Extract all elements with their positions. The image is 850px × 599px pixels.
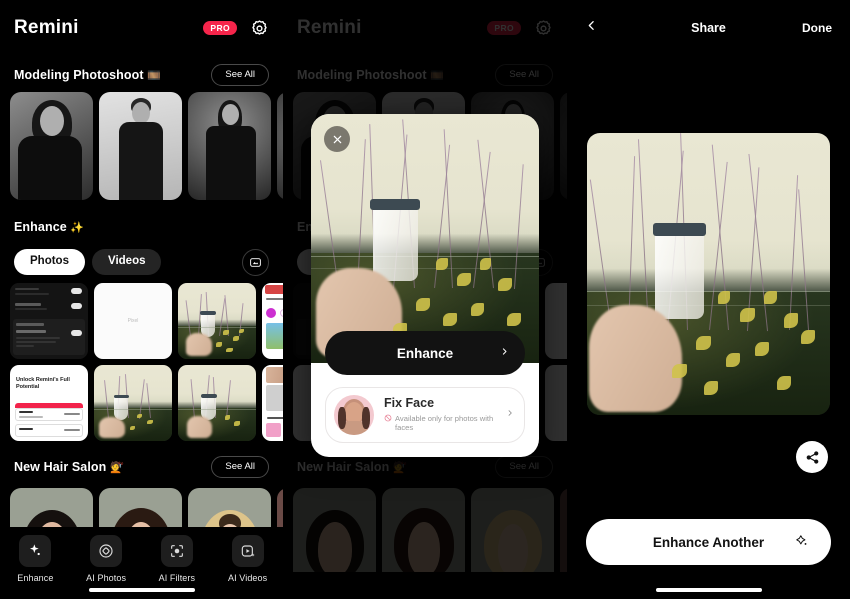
photo-grid-row: Unlock Remini's Full Potential: [10, 365, 283, 441]
chevron-left-icon[interactable]: [585, 17, 598, 39]
sparkle-icon: [19, 535, 52, 567]
bottom-nav: Enhance AI Photos AI Filters AI Videos: [0, 527, 283, 599]
section-title-hair-salon: New Hair Salon 💇: [14, 460, 124, 474]
photo-grid[interactable]: Pixel Unlock Remini's Full Potential: [0, 283, 283, 447]
modeling-card[interactable]: [188, 92, 271, 200]
nav-item-ai-photos[interactable]: AI Photos: [71, 535, 142, 583]
gear-icon[interactable]: [250, 19, 269, 38]
tab-photos[interactable]: Photos: [14, 249, 85, 275]
paywall-thumb-title: Unlock Remini's Full Potential: [16, 377, 70, 391]
panel-enhance-modal: Remini PRO Modeling Photoshoot 🎞️ See Al…: [283, 0, 567, 599]
chevron-right-icon: [500, 345, 509, 361]
section-header-hair-salon: New Hair Salon 💇 See All: [0, 452, 283, 482]
fix-face-subtitle-row: Available only for photos with faces: [384, 414, 506, 433]
haircut-emoji: 💇: [109, 462, 124, 474]
photo-thumb-fashion-collage[interactable]: [262, 365, 283, 441]
sparkle-icon: [795, 534, 809, 551]
modal-preview-photo: [311, 114, 539, 363]
photo-thumb-settings[interactable]: [10, 283, 88, 359]
avatar: [334, 395, 374, 435]
section-title-modeling: Modeling Photoshoot 🎞️: [14, 68, 162, 82]
nav-label-ai-filters: AI Filters: [158, 573, 196, 583]
app-header: Remini PRO: [0, 0, 283, 56]
see-all-hair-salon[interactable]: See All: [211, 456, 269, 478]
enhance-modal: Enhance Fix Face Available only for phot…: [311, 114, 539, 457]
fix-face-card[interactable]: Fix Face Available only for photos with …: [325, 387, 525, 443]
section-title-enhance: Enhance ✨: [14, 220, 85, 234]
home-indicator: [655, 588, 762, 592]
tab-videos[interactable]: Videos: [91, 249, 162, 275]
section-header-modeling: Modeling Photoshoot 🎞️ See All: [0, 60, 283, 90]
share-icon[interactable]: [796, 441, 828, 473]
enhance-button[interactable]: Enhance: [325, 331, 525, 375]
enhance-another-label: Enhance Another: [652, 534, 765, 550]
see-all-modeling[interactable]: See All: [211, 64, 269, 86]
chevron-right-icon: [506, 406, 514, 424]
ai-videos-icon: [231, 535, 264, 567]
done-button[interactable]: Done: [802, 21, 832, 35]
enhance-another-button[interactable]: Enhance Another: [586, 519, 831, 565]
fix-face-text: Fix Face Available only for photos with …: [384, 396, 506, 433]
modal-actions: Enhance Fix Face Available only for phot…: [311, 331, 539, 457]
enhance-button-label: Enhance: [396, 345, 454, 361]
no-entry-icon: [384, 414, 392, 433]
photo-thumb-cup-flowers[interactable]: [178, 283, 256, 359]
result-photo[interactable]: [587, 133, 830, 415]
film-emoji: 🎞️: [147, 70, 162, 82]
photo-thumb-paywall[interactable]: Unlock Remini's Full Potential: [10, 365, 88, 441]
fix-face-subtitle: Available only for photos with faces: [395, 413, 494, 433]
nav-label-enhance: Enhance: [17, 573, 54, 583]
ai-photos-icon: [90, 535, 123, 567]
ai-filters-icon: [160, 535, 193, 567]
close-icon[interactable]: [324, 126, 350, 152]
share-header: Share Done: [567, 0, 850, 56]
fix-face-title: Fix Face: [384, 396, 435, 411]
section-header-enhance: Enhance ✨: [0, 212, 283, 242]
nav-item-enhance[interactable]: Enhance: [0, 535, 71, 583]
modeling-card[interactable]: [10, 92, 93, 200]
photo-thumb-cup-flowers[interactable]: [94, 365, 172, 441]
sparkles-emoji: ✨: [70, 222, 85, 234]
panel-home: Remini PRO Modeling Photoshoot 🎞️ See Al…: [0, 0, 283, 599]
nav-item-ai-videos[interactable]: AI Videos: [212, 535, 283, 583]
nav-label-ai-videos: AI Videos: [227, 573, 268, 583]
modeling-card-strip[interactable]: [0, 92, 283, 200]
photo-picker-icon[interactable]: [242, 248, 269, 276]
photo-grid-row: Pixel: [10, 283, 283, 359]
modeling-card[interactable]: [99, 92, 182, 200]
three-panel-screenshot: Remini PRO Modeling Photoshoot 🎞️ See Al…: [0, 0, 850, 599]
panel-share: Share Done Enhance Another: [567, 0, 850, 599]
nav-item-ai-filters[interactable]: AI Filters: [142, 535, 213, 583]
photo-thumb-cup-flowers[interactable]: [178, 365, 256, 441]
nav-label-ai-photos: AI Photos: [86, 573, 127, 583]
pro-badge[interactable]: PRO: [203, 20, 237, 36]
app-title: Remini: [14, 17, 79, 38]
photo-thumb-app-collage[interactable]: [262, 283, 283, 359]
home-indicator: [88, 588, 195, 592]
photo-thumb-note[interactable]: Pixel: [94, 283, 172, 359]
enhance-tabs: Photos Videos: [0, 242, 283, 282]
